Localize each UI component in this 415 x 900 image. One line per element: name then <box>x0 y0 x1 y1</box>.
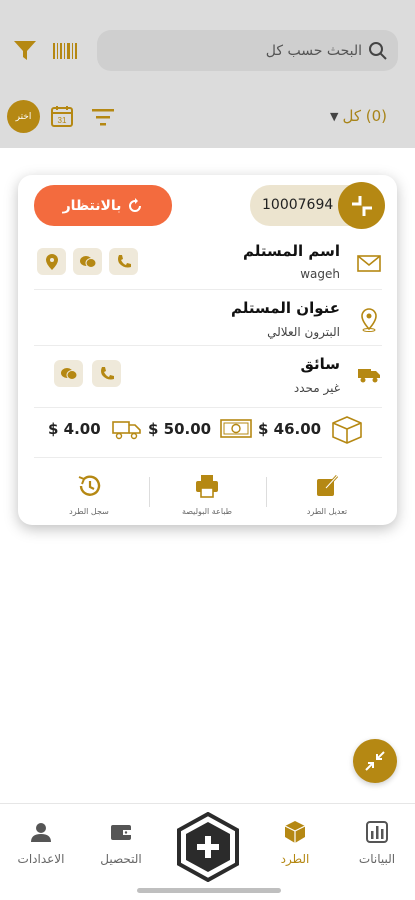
parcel-icon <box>284 821 306 843</box>
status-button[interactable]: بالانتظار <box>34 185 172 226</box>
nav-parcels[interactable]: الطرد <box>260 820 330 866</box>
home-indicator <box>137 888 281 893</box>
collapse-all-button[interactable] <box>353 739 397 783</box>
edit-icon <box>317 474 339 496</box>
print-icon <box>196 475 218 498</box>
parcel-card[interactable]: بالانتظار 10007694 اسم المستلم wageh عنو… <box>18 175 397 525</box>
currency: $ <box>148 420 159 438</box>
divider <box>34 407 382 408</box>
divider <box>34 289 382 290</box>
nav-settings-label: الاعدادات <box>17 852 65 866</box>
location-pin-icon <box>45 253 58 270</box>
barcode-icon[interactable] <box>52 40 78 62</box>
sort-icon[interactable] <box>91 107 115 127</box>
phone-icon <box>100 366 114 379</box>
bottom-navigation: البيانات الطرد التحصيل الاعدادات <box>0 803 415 900</box>
choose-button[interactable]: اختر <box>7 100 40 133</box>
amount-total-value: 4.00 <box>63 420 101 438</box>
divider <box>149 477 150 507</box>
collapse-button[interactable] <box>338 182 385 229</box>
truck-icon <box>358 369 380 383</box>
currency: $ <box>258 420 269 438</box>
amount-parcel: $ 46.00 <box>258 420 321 438</box>
edit-parcel-button[interactable]: تعديل الطرد <box>272 473 382 516</box>
parcel-id: 10007694 <box>262 197 334 213</box>
whatsapp-icon <box>79 255 96 268</box>
nav-collection-label: التحصيل <box>100 852 142 866</box>
collapse-icon <box>365 751 385 771</box>
recipient-name-row: اسم المستلم wageh <box>34 240 382 285</box>
edit-parcel-label: تعديل الطرد <box>306 507 348 516</box>
amount-delivery-value: 50.00 <box>163 420 212 438</box>
divider <box>266 477 267 507</box>
status-label: بالانتظار <box>62 197 122 214</box>
user-icon <box>31 823 51 842</box>
search-placeholder: البحث حسب كل <box>265 42 362 59</box>
count-label: (0) كل <box>342 107 387 125</box>
chevron-down-icon: ▼ <box>330 109 339 123</box>
currency: $ <box>48 420 59 438</box>
refresh-icon <box>129 197 142 212</box>
collapse-icon <box>351 195 372 216</box>
location-pin-icon <box>361 308 377 332</box>
filter-icon[interactable] <box>13 40 37 62</box>
phone-icon <box>117 254 131 267</box>
divider <box>34 457 382 458</box>
history-icon <box>78 475 101 496</box>
count-select[interactable]: (0) كل ▼ <box>330 104 387 128</box>
nav-data-label: البيانات <box>358 852 396 866</box>
calendar-day: 31 <box>58 116 67 125</box>
chart-icon <box>366 821 388 843</box>
calendar-icon[interactable]: 31 <box>50 104 74 128</box>
nav-data[interactable]: البيانات <box>342 820 412 866</box>
print-policy-label: طباعة البوليصة <box>181 507 233 516</box>
whatsapp-driver-button[interactable] <box>54 360 83 387</box>
driver-row: سائق غير محدد <box>34 353 382 398</box>
cash-icon <box>220 419 252 438</box>
driver-value: غير محدد <box>293 381 340 395</box>
recipient-address-title: عنوان المستلم <box>230 299 340 317</box>
amount-total: $ 4.00 <box>48 420 101 438</box>
whatsapp-icon <box>60 367 77 380</box>
add-parcel-button[interactable] <box>176 812 240 882</box>
parcel-id-pill: 10007694 <box>250 182 385 229</box>
card-actions: تعديل الطرد طباعة البوليصة سجل الطرد <box>18 463 397 525</box>
wallet-icon <box>111 825 131 840</box>
envelope-icon <box>357 255 381 272</box>
call-recipient-button[interactable] <box>109 248 138 275</box>
search-input[interactable]: البحث حسب كل <box>97 30 398 71</box>
divider <box>34 345 382 346</box>
nav-collection[interactable]: التحصيل <box>86 820 156 866</box>
truck-icon <box>112 421 141 440</box>
location-recipient-button[interactable] <box>37 248 66 275</box>
parcel-history-button[interactable]: سجل الطرد <box>34 473 144 516</box>
amount-parcel-value: 46.00 <box>273 420 322 438</box>
recipient-address-row: عنوان المستلم البترون العلالي <box>34 295 382 340</box>
recipient-address-value: البترون العلالي <box>267 325 340 339</box>
amount-delivery: $ 50.00 <box>148 420 211 438</box>
top-bar: البحث حسب كل اختر 31 (0) كل ▼ <box>0 0 415 148</box>
driver-title: سائق <box>300 355 340 373</box>
nav-parcels-label: الطرد <box>280 852 310 866</box>
recipient-name-title: اسم المستلم <box>243 242 340 260</box>
call-driver-button[interactable] <box>92 360 121 387</box>
search-icon <box>369 41 387 60</box>
recipient-name-value: wageh <box>300 267 340 281</box>
print-policy-button[interactable]: طباعة البوليصة <box>152 473 262 516</box>
box-icon <box>332 416 362 444</box>
parcel-history-label: سجل الطرد <box>69 507 109 516</box>
nav-settings[interactable]: الاعدادات <box>6 820 76 866</box>
whatsapp-recipient-button[interactable] <box>73 248 102 275</box>
